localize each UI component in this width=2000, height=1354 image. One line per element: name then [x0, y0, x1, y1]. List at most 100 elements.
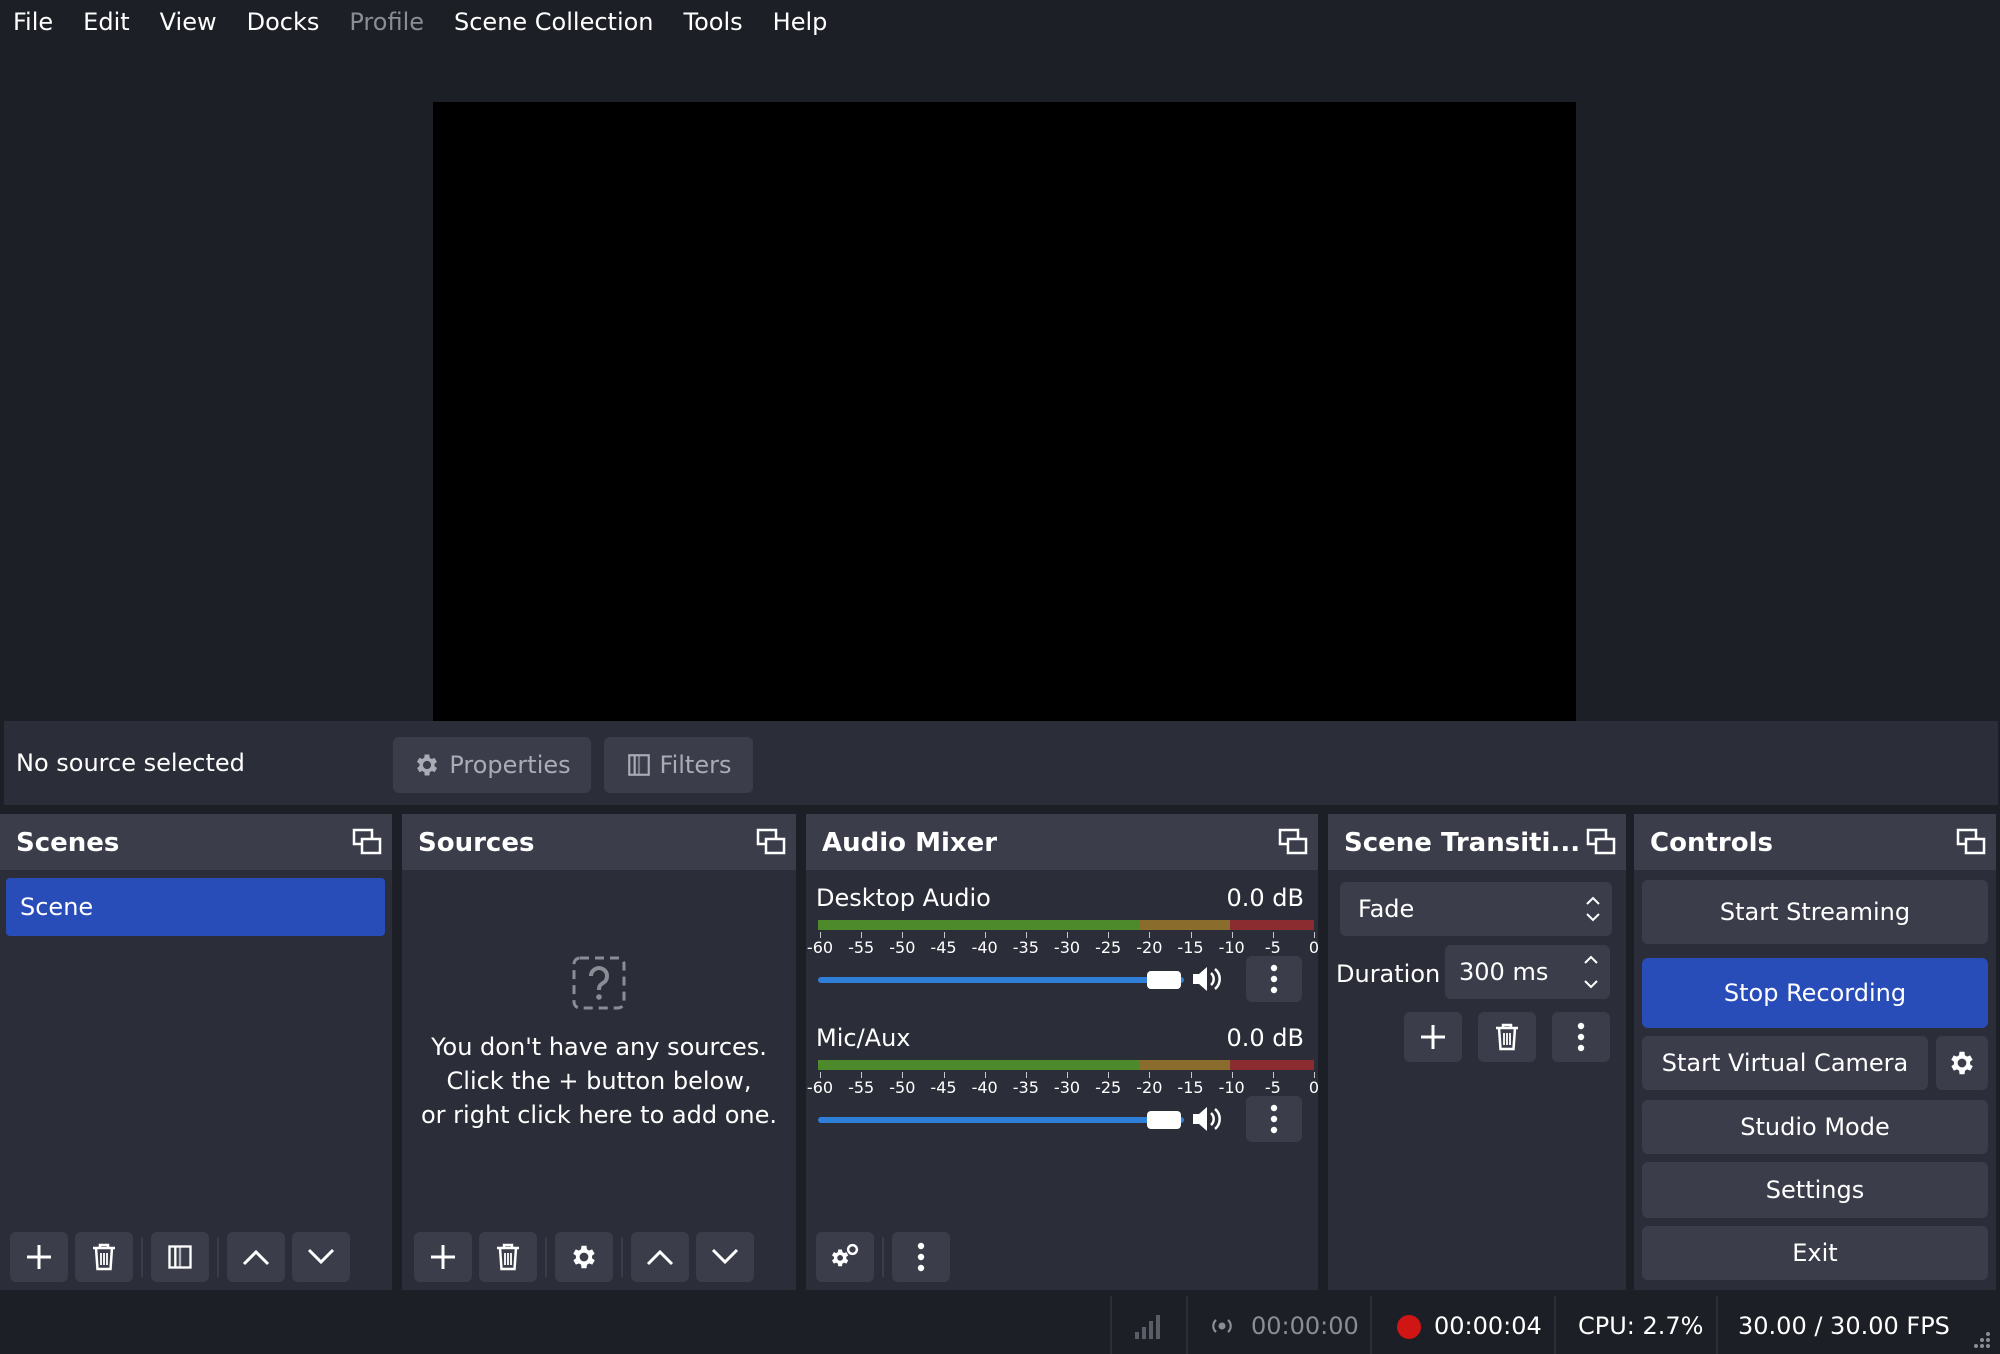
- scale-label: -40: [971, 938, 998, 957]
- source-properties-button[interactable]: [555, 1232, 613, 1282]
- filters-icon: [168, 1245, 192, 1269]
- move-scene-down-button[interactable]: [292, 1232, 350, 1282]
- undock-icon[interactable]: [352, 828, 382, 856]
- menu-bar: File Edit View Docks Profile Scene Colle…: [0, 0, 2000, 44]
- menu-file[interactable]: File: [0, 0, 68, 44]
- channel-name: Desktop Audio: [816, 884, 991, 912]
- sources-dock-header: Sources: [402, 814, 796, 870]
- speaker-icon[interactable]: [1190, 1104, 1224, 1134]
- move-scene-up-button[interactable]: [227, 1232, 285, 1282]
- preview-canvas[interactable]: [433, 102, 1576, 746]
- controls-dock-header: Controls: [1634, 814, 1996, 870]
- menu-scene-collection[interactable]: Scene Collection: [439, 0, 669, 44]
- scale-label: -5: [1264, 1078, 1281, 1097]
- stop-recording-button[interactable]: Stop Recording: [1642, 958, 1988, 1028]
- scale-label: -45: [930, 1078, 957, 1097]
- scale-label: -20: [1136, 1078, 1163, 1097]
- studio-mode-button[interactable]: Studio Mode: [1642, 1100, 1988, 1154]
- speaker-icon[interactable]: [1190, 964, 1224, 994]
- gears-icon: [832, 1243, 859, 1267]
- channel-db: 0.0 dB: [1226, 1024, 1305, 1052]
- volume-slider[interactable]: [818, 1117, 1184, 1123]
- volume-slider[interactable]: [818, 977, 1184, 983]
- plus-icon: [431, 1245, 455, 1269]
- remove-scene-button[interactable]: [75, 1232, 133, 1282]
- sources-dock[interactable]: Sources You don't have any sources. Clic…: [402, 814, 796, 1290]
- move-source-down-button[interactable]: [696, 1232, 754, 1282]
- no-source-label: No source selected: [16, 749, 245, 777]
- exit-button[interactable]: Exit: [1642, 1226, 1988, 1280]
- filters-button[interactable]: Filters: [604, 737, 753, 793]
- volume-slider-handle[interactable]: [1147, 971, 1181, 989]
- menu-help[interactable]: Help: [758, 0, 843, 44]
- scene-list-item[interactable]: Scene: [6, 878, 385, 936]
- resize-grip-icon[interactable]: [1968, 1326, 1992, 1350]
- undock-icon[interactable]: [1956, 828, 1986, 856]
- add-transition-button[interactable]: [1404, 1012, 1462, 1062]
- menu-tools[interactable]: Tools: [669, 0, 758, 44]
- move-source-up-button[interactable]: [631, 1232, 689, 1282]
- streaming-icon: [1212, 1319, 1232, 1333]
- menu-view[interactable]: View: [145, 0, 232, 44]
- add-source-button[interactable]: [414, 1232, 472, 1282]
- sources-title: Sources: [418, 828, 535, 858]
- scale-label: -60: [806, 938, 834, 957]
- scale-label: -40: [971, 1078, 998, 1097]
- channel-menu-button[interactable]: [1246, 956, 1302, 1002]
- properties-button[interactable]: Properties: [393, 737, 591, 793]
- settings-button[interactable]: Settings: [1642, 1162, 1988, 1218]
- scenes-dock: Scenes Scene: [0, 814, 392, 1290]
- toolbar-separator: [217, 1237, 219, 1277]
- spin-arrows-icon[interactable]: [1580, 953, 1602, 991]
- scale-label: -25: [1095, 938, 1122, 957]
- chevron-up-icon: [242, 1249, 270, 1266]
- advanced-audio-button[interactable]: [816, 1232, 874, 1282]
- scale-label: -5: [1264, 938, 1281, 957]
- scale-label: 0: [1308, 1078, 1320, 1097]
- remove-source-button[interactable]: [479, 1232, 537, 1282]
- scale-label: -30: [1053, 1078, 1081, 1097]
- scale-label: -20: [1136, 938, 1163, 957]
- audio-mixer-title: Audio Mixer: [822, 828, 998, 858]
- empty-sources-line: or right click here to add one.: [421, 1101, 777, 1129]
- scale-label: -50: [889, 938, 916, 957]
- scale-label: -25: [1095, 1078, 1122, 1097]
- empty-sources-message: You don't have any sources. Click the + …: [402, 954, 796, 1132]
- kebab-menu-icon: [1577, 1022, 1585, 1052]
- level-meter: [818, 1060, 1314, 1070]
- volume-slider-handle[interactable]: [1147, 1111, 1181, 1129]
- channel-menu-button[interactable]: [1246, 1096, 1302, 1142]
- menu-edit[interactable]: Edit: [68, 0, 144, 44]
- preview-area[interactable]: [4, 44, 1998, 746]
- transition-select[interactable]: Fade: [1340, 882, 1612, 936]
- transition-properties-button[interactable]: [1552, 1012, 1610, 1062]
- question-mark-icon: [572, 956, 626, 1010]
- fps-readout: 30.00 / 30.00 FPS: [1738, 1312, 1950, 1340]
- duration-spinbox[interactable]: 300 ms: [1445, 945, 1610, 999]
- toolbar-separator: [882, 1237, 884, 1277]
- chevron-up-icon: [646, 1249, 674, 1266]
- controls-title: Controls: [1650, 828, 1773, 858]
- menu-profile[interactable]: Profile: [334, 0, 439, 44]
- audio-mixer-menu-button[interactable]: [892, 1232, 950, 1282]
- undock-icon[interactable]: [1586, 828, 1616, 856]
- start-streaming-button[interactable]: Start Streaming: [1642, 880, 1988, 944]
- scale-label: -35: [1012, 938, 1039, 957]
- trash-icon: [93, 1243, 115, 1271]
- trash-icon: [1496, 1023, 1518, 1051]
- scale-label: -45: [930, 938, 957, 957]
- kebab-menu-icon: [917, 1242, 925, 1272]
- filters-label: Filters: [659, 751, 732, 779]
- start-virtual-camera-button[interactable]: Start Virtual Camera: [1642, 1036, 1928, 1090]
- scene-filters-button[interactable]: [151, 1232, 209, 1282]
- menu-docks[interactable]: Docks: [232, 0, 335, 44]
- gear-icon: [417, 754, 438, 776]
- properties-label: Properties: [449, 751, 571, 779]
- undock-icon[interactable]: [756, 828, 786, 856]
- undock-icon[interactable]: [1278, 828, 1308, 856]
- source-toolbar: No source selected Properties Filters: [4, 721, 1998, 805]
- plus-icon: [27, 1245, 51, 1269]
- add-scene-button[interactable]: [10, 1232, 68, 1282]
- virtual-camera-settings-button[interactable]: [1936, 1036, 1988, 1090]
- remove-transition-button[interactable]: [1478, 1012, 1536, 1062]
